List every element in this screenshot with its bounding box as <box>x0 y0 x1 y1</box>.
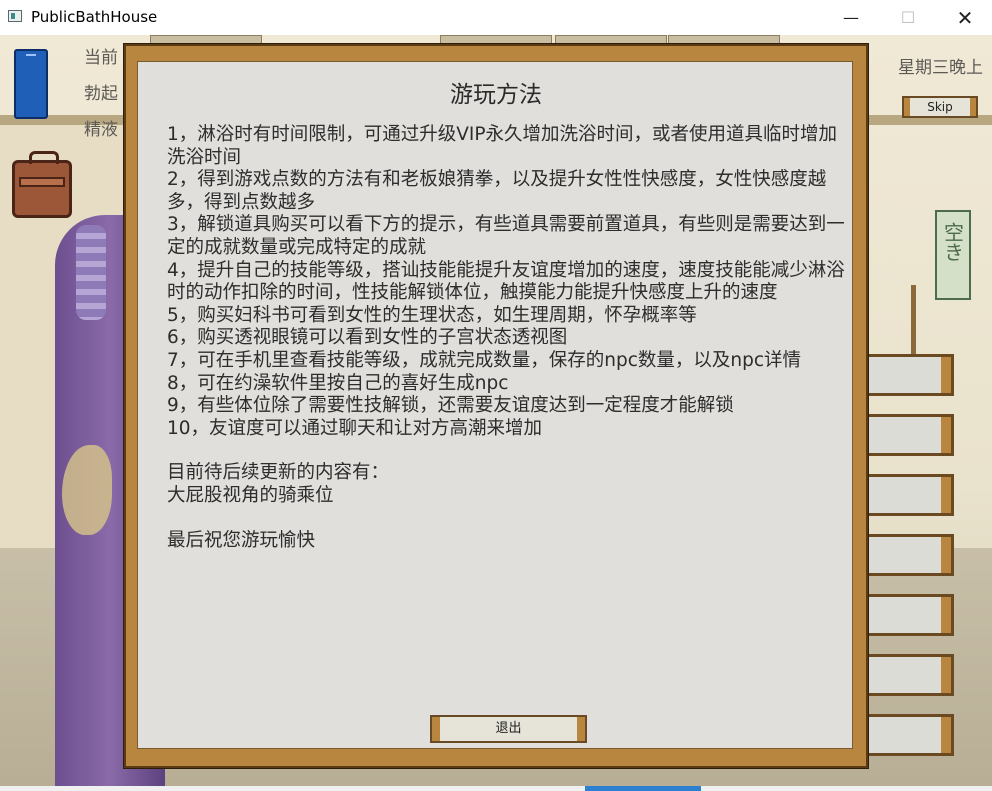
vacancy-sign: 空き <box>935 210 971 300</box>
rules-list: 1，淋浴时有时间限制，可通过升级VIP永久增加洗浴时间，或者使用道具临时增加洗浴… <box>167 124 853 552</box>
window-title: PublicBathHouse <box>31 8 158 26</box>
rule-item: 9，有些体位除了需要性技解锁，还需要友谊度达到一定程度才能解锁 <box>167 395 734 417</box>
status-text-semen: 精液 <box>84 120 118 140</box>
window-titlebar: PublicBathHouse — ☐ ✕ <box>0 0 992 35</box>
rule-item: 2，得到游戏点数的方法有和老板娘猜拳，以及提升女性性快感度，女性快感度越多，得到… <box>167 169 827 213</box>
app-icon <box>8 10 22 22</box>
rule-item: 7，可在手机里查看技能等级，成就完成数量，保存的npc数量，以及npc详情 <box>167 349 802 371</box>
rule-item: 4，提升自己的技能等级，搭讪技能能提升友谊度增加的速度，速度技能能减少淋浴时的动… <box>167 259 845 304</box>
exit-button[interactable]: 退出 <box>430 715 587 743</box>
side-menu-slot[interactable] <box>866 654 954 696</box>
skip-button[interactable]: Skip <box>902 96 978 118</box>
rule-item: 1，淋浴时有时间限制，可通过升级VIP永久增加洗浴时间，或者使用道具临时增加洗浴… <box>167 124 838 168</box>
rule-item: 5，购买妇科书可看到女性的生理状态，如生理周期，怀孕概率等 <box>167 304 697 326</box>
window-bottom-edge <box>0 786 992 791</box>
vacancy-sign-text: 空き <box>940 222 965 262</box>
side-menu-slot[interactable] <box>866 474 954 516</box>
phone-icon[interactable] <box>14 49 48 119</box>
side-menu-slot[interactable] <box>866 354 954 396</box>
dialog-title: 游玩方法 <box>450 82 542 108</box>
taskbar-indicator <box>585 786 701 791</box>
rule-item: 3，解锁道具购买可以看下方的提示，有些道具需要前置道具，有些则是需要达到一定的成… <box>167 214 845 258</box>
side-menu-slot[interactable] <box>866 714 954 756</box>
side-menu-slot[interactable] <box>866 534 954 576</box>
rule-item: 6，购买透视眼镜可以看到女性的子宫状态透视图 <box>167 327 568 349</box>
rule-item: 8，可在约澡软件里按自己的喜好生成npc <box>167 372 509 394</box>
side-menu-slot[interactable] <box>866 414 954 456</box>
update-heading: 目前待后续更新的内容有： <box>167 462 390 484</box>
maximize-button[interactable]: ☐ <box>885 0 931 35</box>
how-to-play-dialog: 游玩方法 1，淋浴时有时间限制，可通过升级VIP永久增加洗浴时间，或者使用道具临… <box>124 44 868 768</box>
status-text-current: 当前 <box>84 48 118 68</box>
bag-icon[interactable] <box>12 151 72 218</box>
update-item: 大屁股视角的骑乘位 <box>167 484 334 506</box>
hair-ornament <box>76 225 106 320</box>
dialog-panel: 游玩方法 1，淋浴时有时间限制，可通过升级VIP永久增加洗浴时间，或者使用道具临… <box>137 61 853 749</box>
farewell-text: 最后祝您游玩愉快 <box>167 529 316 551</box>
day-time-label: 星期三晚上 <box>898 58 983 78</box>
minimize-button[interactable]: — <box>828 0 874 35</box>
status-text-erection: 勃起 <box>84 84 118 104</box>
kimono-pattern <box>62 445 112 535</box>
close-button[interactable]: ✕ <box>942 0 988 35</box>
side-menu-slot[interactable] <box>866 594 954 636</box>
sign-pole <box>911 285 916 365</box>
rule-item: 10，友谊度可以通过聊天和让对方高潮来增加 <box>167 417 543 439</box>
